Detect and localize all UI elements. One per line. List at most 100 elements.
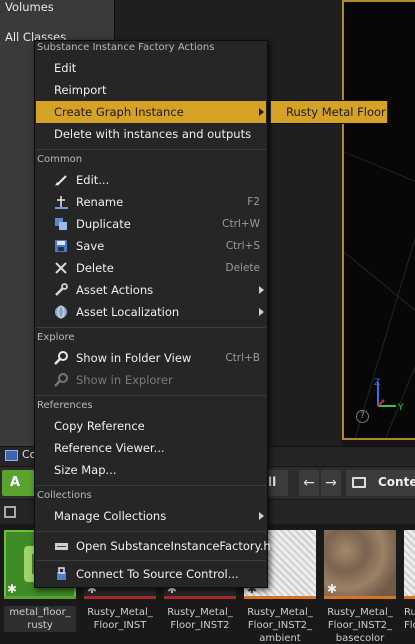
asset-type-bar <box>404 596 415 599</box>
menu-item-show-in-folder-view[interactable]: Show in Folder View Ctrl+B <box>36 347 266 369</box>
menu-item-label: Reference Viewer... <box>54 441 165 455</box>
asset-name: Rusty_Metal_ Floor_INST2 <box>167 607 233 631</box>
wrench-icon <box>55 283 68 296</box>
menu-item-label: Delete <box>76 261 114 275</box>
menu-item-label: Delete with instances and outputs <box>54 127 252 141</box>
history-back-button[interactable]: ← <box>299 470 319 496</box>
viewport-help-icon[interactable]: ? <box>356 410 369 423</box>
menu-item-rename[interactable]: Rename F2 <box>36 191 266 213</box>
save-icon <box>55 240 67 252</box>
menu-item-asset-localization[interactable]: Asset Localization <box>36 301 266 323</box>
menu-separator <box>36 485 266 486</box>
submenu-item-rusty-metal-floor[interactable]: Rusty Metal Floor <box>271 101 387 123</box>
level-viewport[interactable] <box>342 0 415 440</box>
asset-name: Rusty_Metal_ Floor_INST <box>87 607 153 631</box>
menu-item-label: Edit <box>54 61 77 75</box>
menu-item-label: Duplicate <box>76 217 131 231</box>
folder-icon <box>352 477 366 488</box>
section-header-explore: Explore <box>37 332 75 343</box>
menu-item-label: Open SubstanceInstanceFactory.h <box>76 539 271 553</box>
magnifier-icon <box>54 351 68 365</box>
menu-item-label: Asset Localization <box>76 305 180 319</box>
menu-item-label: Create Graph Instance <box>54 105 184 119</box>
submenu-arrow-icon <box>259 286 264 294</box>
menu-item-label: Reimport <box>54 83 107 97</box>
asset-thumbnail <box>404 530 415 598</box>
asset-type-bar <box>164 596 236 599</box>
asset-name: metal_floor_ rusty <box>4 606 76 632</box>
menu-item-label: Show in Explorer <box>76 373 173 387</box>
menu-item-reference-viewer[interactable]: Reference Viewer... <box>36 437 266 459</box>
add-new-button[interactable]: A <box>2 470 36 496</box>
asset-type-bar <box>244 596 316 599</box>
menu-item-show-in-explorer: Show in Explorer <box>36 369 266 391</box>
asset-name: Rusty_Metal_ Floor_INST2_ ambient <box>247 607 313 644</box>
menu-separator <box>36 560 266 561</box>
submenu-arrow-icon <box>259 108 264 116</box>
editor-window: Volumes All Classes Z Y ? Co A ll ← → Co… <box>0 0 415 644</box>
axis-gizmo-icon: Z Y <box>374 378 404 413</box>
asset-type-bar <box>324 596 396 599</box>
asset-name: Rusty_Metal_ Floor_INST2_ basecolor <box>327 607 393 644</box>
rename-icon <box>55 196 68 209</box>
submenu-arrow-icon <box>259 308 264 316</box>
menu-item-size-map[interactable]: Size Map... <box>36 459 266 481</box>
menu-item-label: Copy Reference <box>54 419 145 433</box>
axis-y-label: Y <box>397 403 404 413</box>
duplicate-icon <box>55 218 67 230</box>
shortcut-label: Ctrl+W <box>222 218 260 230</box>
menu-item-asset-actions[interactable]: Asset Actions <box>36 279 266 301</box>
shortcut-label: Ctrl+S <box>225 240 260 252</box>
globe-icon <box>55 305 67 319</box>
menu-separator <box>36 531 266 532</box>
content-browser-tab-icon <box>5 450 18 461</box>
section-header-collections: Collections <box>37 490 92 501</box>
menu-item-delete[interactable]: Delete Delete <box>36 257 266 279</box>
pencil-icon <box>55 175 67 186</box>
menu-item-label: Show in Folder View <box>76 351 192 365</box>
magnifier-icon <box>54 373 68 387</box>
asset-name: Ru Flo <box>404 607 415 631</box>
code-file-icon <box>55 543 68 550</box>
shortcut-label: Ctrl+B <box>225 352 260 364</box>
menu-item-manage-collections[interactable]: Manage Collections <box>36 505 266 527</box>
menu-item-edit-asset[interactable]: Edit... <box>36 169 266 191</box>
shortcut-label: F2 <box>247 196 260 208</box>
section-header-factory-actions: Substance Instance Factory Actions <box>37 42 215 53</box>
history-forward-button[interactable]: → <box>321 470 341 496</box>
asset-star-icon: ✱ <box>327 582 338 596</box>
shortcut-label: Delete <box>225 262 261 274</box>
menu-item-delete-with-instances[interactable]: Delete with instances and outputs <box>36 123 266 145</box>
asset-tile[interactable]: ✱ Rusty_Metal_ Floor_INST2_ basecolor <box>324 530 396 644</box>
sources-toggle-icon[interactable] <box>4 506 16 518</box>
menu-item-create-graph-instance[interactable]: Create Graph Instance <box>36 101 266 123</box>
menu-item-label: Connect To Source Control... <box>76 567 239 581</box>
menu-item-label: Size Map... <box>54 463 117 477</box>
submenu-arrow-icon <box>259 512 264 520</box>
source-control-icon <box>57 567 66 580</box>
asset-star-icon: ✱ <box>7 582 18 596</box>
asset-type-bar <box>4 596 76 599</box>
menu-item-open-header[interactable]: Open SubstanceInstanceFactory.h <box>36 535 271 557</box>
section-header-common: Common <box>37 154 83 165</box>
menu-item-connect-source-control[interactable]: Connect To Source Control... <box>36 563 266 585</box>
axis-z-label: Z <box>374 378 380 388</box>
section-header-references: References <box>37 400 93 411</box>
asset-tile[interactable]: Ru Flo <box>404 530 415 644</box>
category-volumes[interactable]: Volumes <box>5 0 54 14</box>
menu-item-reimport[interactable]: Reimport <box>36 79 266 101</box>
menu-item-label: Edit... <box>76 173 110 187</box>
menu-item-save[interactable]: Save Ctrl+S <box>36 235 266 257</box>
menu-separator <box>36 327 266 328</box>
menu-item-duplicate[interactable]: Duplicate Ctrl+W <box>36 213 266 235</box>
menu-item-copy-reference[interactable]: Copy Reference <box>36 415 266 437</box>
menu-item-label: Manage Collections <box>54 509 167 523</box>
delete-x-icon <box>55 262 67 274</box>
menu-item-edit[interactable]: Edit <box>36 57 266 79</box>
menu-item-label: Rename <box>76 195 124 209</box>
menu-separator <box>36 149 266 150</box>
submenu-item-label: Rusty Metal Floor <box>286 105 386 119</box>
asset-type-bar <box>84 596 156 599</box>
grid-lines <box>344 151 415 438</box>
menu-item-label: Asset Actions <box>76 283 154 297</box>
